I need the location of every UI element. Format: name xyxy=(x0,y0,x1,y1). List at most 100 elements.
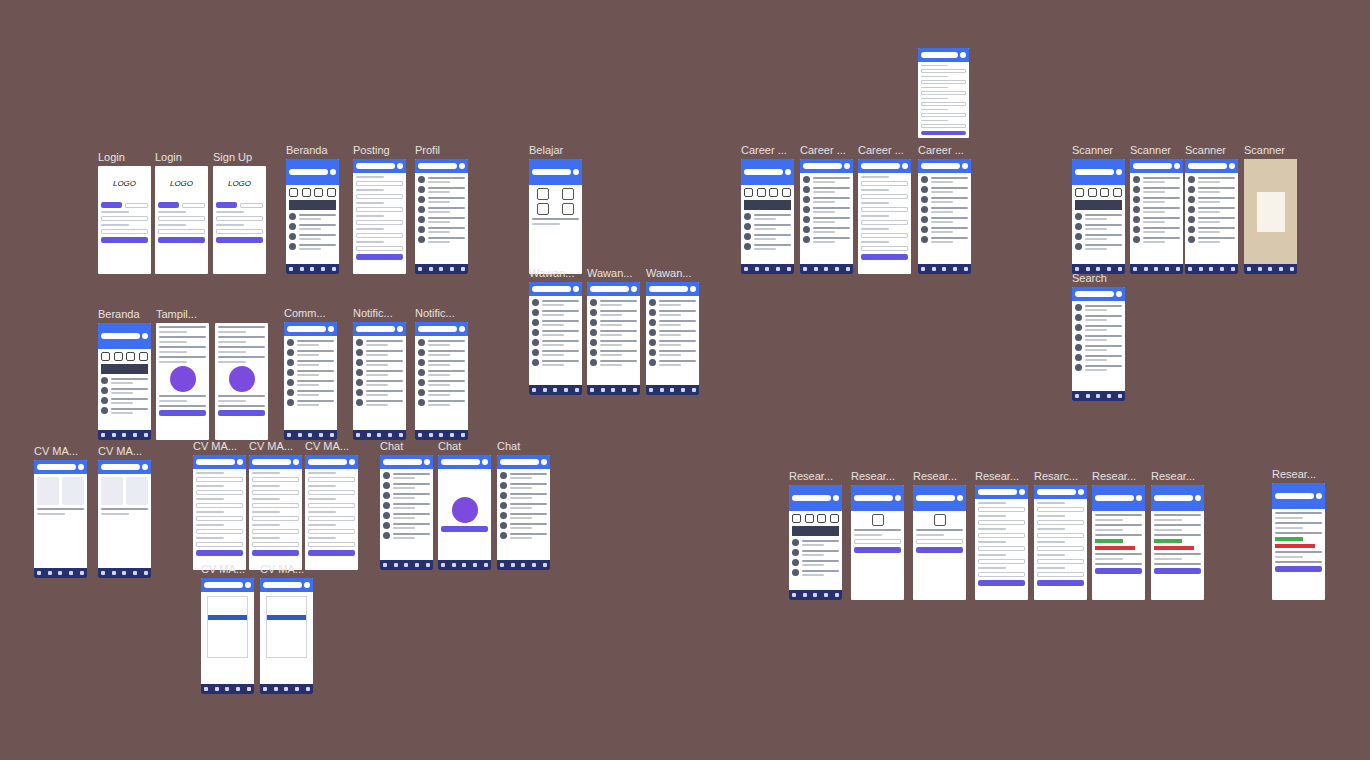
search-field[interactable] xyxy=(418,163,457,169)
list-row[interactable] xyxy=(356,379,403,386)
nav-icon[interactable] xyxy=(953,267,957,271)
nav-icon[interactable] xyxy=(426,563,430,567)
phone-frame[interactable] xyxy=(529,159,582,274)
nav-icon[interactable] xyxy=(404,563,408,567)
category-icon[interactable] xyxy=(139,352,148,361)
nav-icon[interactable] xyxy=(452,563,456,567)
input-field[interactable] xyxy=(1037,520,1084,525)
search-field[interactable] xyxy=(196,459,235,465)
input-field[interactable] xyxy=(252,529,299,534)
search-field[interactable] xyxy=(854,495,893,501)
phone-frame[interactable] xyxy=(305,455,358,570)
signup-button[interactable] xyxy=(125,203,148,208)
frame-label[interactable]: Resear... xyxy=(913,470,957,483)
list-row[interactable] xyxy=(921,216,968,223)
phone-frame[interactable] xyxy=(284,322,337,440)
nav-icon[interactable] xyxy=(803,593,807,597)
nav-icon[interactable] xyxy=(484,563,488,567)
nav-icon[interactable] xyxy=(1107,394,1111,398)
phone-frame[interactable] xyxy=(260,578,313,694)
input-field[interactable] xyxy=(356,220,403,225)
submit-button[interactable] xyxy=(978,580,1025,586)
frame-label[interactable]: Beranda xyxy=(286,144,328,157)
nav-icon[interactable] xyxy=(543,563,547,567)
nav-icon[interactable] xyxy=(274,687,278,691)
nav-icon[interactable] xyxy=(744,267,748,271)
input-field[interactable] xyxy=(356,233,403,238)
phone-frame[interactable] xyxy=(98,460,151,578)
option-button[interactable] xyxy=(916,547,963,553)
avatar-icon[interactable] xyxy=(397,326,403,332)
submit-button[interactable] xyxy=(308,550,355,556)
category-icon[interactable] xyxy=(114,352,123,361)
nav-icon[interactable] xyxy=(1118,267,1122,271)
nav-icon[interactable] xyxy=(58,571,62,575)
list-row[interactable] xyxy=(1075,344,1122,351)
list-row[interactable] xyxy=(649,309,696,316)
list-row[interactable] xyxy=(921,206,968,213)
nav-icon[interactable] xyxy=(564,388,568,392)
frame-label[interactable]: Login xyxy=(98,151,125,164)
frame-label[interactable]: Posting xyxy=(353,144,390,157)
avatar-icon[interactable] xyxy=(293,459,299,465)
nav-icon[interactable] xyxy=(1107,267,1111,271)
input-field[interactable] xyxy=(854,539,901,544)
nav-icon[interactable] xyxy=(765,267,769,271)
avatar-icon[interactable] xyxy=(902,163,908,169)
nav-icon[interactable] xyxy=(932,267,936,271)
nav-icon[interactable] xyxy=(1154,267,1158,271)
avatar-icon[interactable] xyxy=(631,286,637,292)
search-field[interactable] xyxy=(1275,493,1314,499)
list-row[interactable] xyxy=(418,236,465,243)
signup-button[interactable] xyxy=(182,203,205,208)
input-field[interactable] xyxy=(861,181,908,186)
nav-icon[interactable] xyxy=(1279,267,1283,271)
frame-label[interactable]: Comm... xyxy=(284,307,326,320)
search-field[interactable] xyxy=(289,169,328,175)
nav-icon[interactable] xyxy=(835,267,839,271)
list-row[interactable] xyxy=(356,399,403,406)
nav-icon[interactable] xyxy=(1165,267,1169,271)
avatar-icon[interactable] xyxy=(1019,489,1025,495)
list-row[interactable] xyxy=(803,216,850,223)
list-row[interactable] xyxy=(803,176,850,183)
input-field[interactable] xyxy=(1037,546,1084,551)
input-field[interactable] xyxy=(308,503,355,508)
phone-frame[interactable] xyxy=(1034,485,1087,600)
search-field[interactable] xyxy=(252,459,291,465)
option-button[interactable] xyxy=(854,547,901,553)
frame-label[interactable]: Wawan... xyxy=(587,267,632,280)
phone-frame[interactable] xyxy=(918,159,971,274)
input-field[interactable] xyxy=(921,91,966,95)
list-row[interactable] xyxy=(287,359,334,366)
input-field[interactable] xyxy=(921,69,966,73)
phone-frame[interactable]: LOGO xyxy=(155,166,208,274)
frame-label[interactable]: Career ... xyxy=(918,144,964,157)
input-field[interactable] xyxy=(216,229,263,234)
nav-icon[interactable] xyxy=(101,571,105,575)
phone-frame[interactable] xyxy=(741,159,794,274)
list-row[interactable] xyxy=(532,329,579,336)
frame-label[interactable]: Notific... xyxy=(415,307,455,320)
banner[interactable] xyxy=(744,200,791,210)
list-row[interactable] xyxy=(744,233,791,240)
nav-icon[interactable] xyxy=(69,571,73,575)
input-field[interactable] xyxy=(308,516,355,521)
cv-template[interactable] xyxy=(101,477,123,505)
nav-icon[interactable] xyxy=(532,563,536,567)
search-field[interactable] xyxy=(356,326,395,332)
nav-icon[interactable] xyxy=(1231,267,1235,271)
frame-label[interactable]: Scanner xyxy=(1185,144,1226,157)
avatar-icon[interactable] xyxy=(833,495,839,501)
nav-icon[interactable] xyxy=(1176,267,1180,271)
input-field[interactable] xyxy=(978,559,1025,564)
list-row[interactable] xyxy=(356,339,403,346)
nav-icon[interactable] xyxy=(429,267,433,271)
list-row[interactable] xyxy=(101,377,148,384)
list-row[interactable] xyxy=(287,399,334,406)
list-row[interactable] xyxy=(649,329,696,336)
input-field[interactable] xyxy=(216,216,263,221)
cv-template[interactable] xyxy=(37,477,59,505)
menu-icon[interactable] xyxy=(562,188,574,200)
category-icon[interactable] xyxy=(830,514,839,523)
